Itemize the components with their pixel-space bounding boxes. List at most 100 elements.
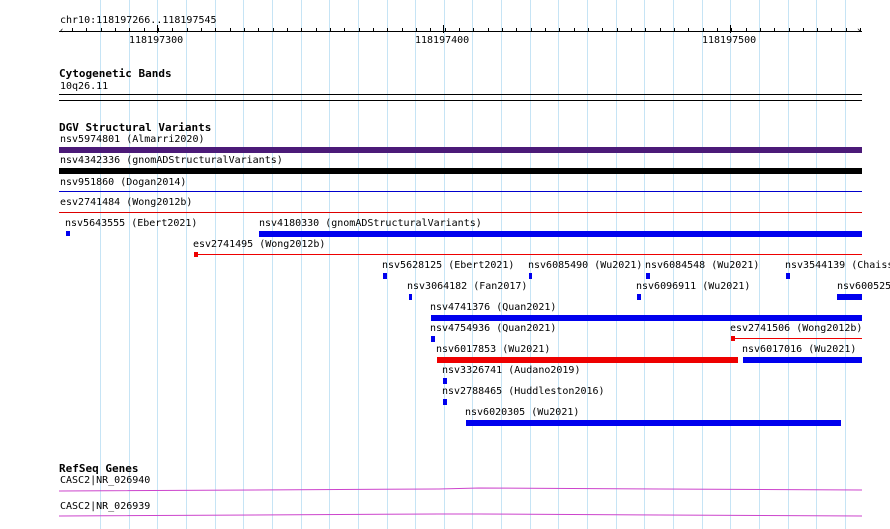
ruler-minor-tick <box>831 28 832 32</box>
ruler-minor-tick <box>187 28 188 32</box>
ruler-minor-tick <box>158 28 159 32</box>
ruler-minor-tick <box>287 28 288 32</box>
ruler-minor-tick <box>201 28 202 32</box>
ruler-minor-tick <box>129 28 130 32</box>
ruler-minor-tick <box>459 28 460 32</box>
feature-label: nsv4741376 (Quan2021) <box>430 302 557 313</box>
ruler-minor-tick <box>803 28 804 32</box>
ruler-minor-tick <box>545 28 546 32</box>
ruler-minor-tick <box>860 28 861 32</box>
ruler-minor-tick <box>645 28 646 32</box>
track-divider <box>59 100 862 101</box>
feature-bar[interactable] <box>443 378 447 384</box>
feature-bar[interactable] <box>786 273 790 279</box>
track-title-refseq[interactable]: RefSeq Genes <box>59 463 138 475</box>
feature-label: nsv6017016 (Wu2021) <box>742 344 857 355</box>
ruler-minor-tick <box>258 28 259 32</box>
grid-line <box>329 0 330 529</box>
gene-model[interactable] <box>59 486 862 494</box>
ruler-minor-tick <box>717 28 718 32</box>
ruler-minor-tick <box>660 28 661 32</box>
feature-bar-end[interactable] <box>731 336 735 341</box>
ruler-minor-tick <box>731 28 732 32</box>
feature-bar[interactable] <box>66 231 70 236</box>
feature-bar[interactable] <box>731 338 862 339</box>
ruler-minor-tick <box>817 28 818 32</box>
feature-bar[interactable] <box>837 294 862 300</box>
ruler-minor-tick <box>516 28 517 32</box>
ruler-minor-tick <box>617 28 618 32</box>
track-title-cytoband[interactable]: Cytogenetic Bands <box>59 68 172 80</box>
ruler-minor-tick <box>574 28 575 32</box>
ruler-minor-tick <box>846 28 847 32</box>
feature-bar[interactable] <box>59 168 862 174</box>
ruler-major-tick <box>730 25 731 33</box>
ruler-range-label: chr10:118197266..118197545 <box>60 15 217 26</box>
feature-label: nsv3326741 (Audano2019) <box>442 365 581 376</box>
feature-bar[interactable] <box>59 191 862 192</box>
ruler-minor-tick <box>330 28 331 32</box>
grid-line <box>243 0 244 529</box>
feature-bar[interactable] <box>437 357 738 363</box>
feature-label: nsv4180330 (gnomADStructuralVariants) <box>259 218 482 229</box>
ruler-axis <box>59 31 862 32</box>
ruler-minor-tick <box>488 28 489 32</box>
feature-bar[interactable] <box>637 294 641 300</box>
ruler-minor-tick <box>774 28 775 32</box>
grid-line <box>272 0 273 529</box>
feature-bar[interactable] <box>59 212 862 213</box>
cytoband-label: 10q26.11 <box>60 81 109 92</box>
feature-label: nsv3544139 (Chaiss <box>785 260 890 271</box>
ruler-minor-tick <box>674 28 675 32</box>
ruler-minor-tick <box>588 28 589 32</box>
ruler-minor-tick <box>316 28 317 32</box>
feature-bar[interactable] <box>259 231 862 237</box>
ruler-tick-label: 118197300 <box>129 35 184 46</box>
feature-bar-end[interactable] <box>194 252 198 257</box>
grid-line <box>301 0 302 529</box>
feature-bar[interactable] <box>743 357 862 363</box>
feature-bar[interactable] <box>383 273 387 279</box>
ruler-minor-tick <box>215 28 216 32</box>
feature-bar[interactable] <box>443 399 447 405</box>
feature-label: nsv951860 (Dogan2014) <box>60 177 187 188</box>
ruler-minor-tick <box>244 28 245 32</box>
ruler-minor-tick <box>301 28 302 32</box>
feature-bar[interactable] <box>59 147 862 153</box>
grid-line <box>358 0 359 529</box>
ruler-minor-tick <box>416 28 417 32</box>
ruler-minor-tick <box>430 28 431 32</box>
ruler-minor-tick <box>531 28 532 32</box>
ruler-minor-tick <box>703 28 704 32</box>
ruler-major-tick <box>443 25 444 33</box>
ruler-minor-tick <box>746 28 747 32</box>
feature-label: nsv4342336 (gnomADStructuralVariants) <box>60 155 283 166</box>
feature-label: nsv6096911 (Wu2021) <box>636 281 751 292</box>
feature-bar[interactable] <box>431 315 862 321</box>
ruler-minor-tick <box>631 28 632 32</box>
ruler-minor-tick <box>144 28 145 32</box>
ruler-minor-tick <box>72 28 73 32</box>
ruler-minor-tick <box>230 28 231 32</box>
ruler-minor-tick <box>359 28 360 32</box>
gene-model[interactable] <box>59 512 862 520</box>
ruler-tick-label: 118197400 <box>415 35 470 46</box>
feature-bar[interactable] <box>646 273 650 279</box>
ruler-minor-tick <box>86 28 87 32</box>
feature-label: nsv4754936 (Quan2021) <box>430 323 557 334</box>
feature-label: nsv6020305 (Wu2021) <box>465 407 580 418</box>
feature-bar[interactable] <box>431 336 435 342</box>
feature-bar[interactable] <box>194 254 862 255</box>
feature-bar[interactable] <box>409 294 412 300</box>
ruler-minor-tick <box>344 28 345 32</box>
cytoband-bar[interactable] <box>59 94 862 95</box>
ruler-minor-tick <box>473 28 474 32</box>
ruler-minor-tick <box>172 28 173 32</box>
feature-bar[interactable] <box>529 273 532 279</box>
feature-label: nsv3064182 (Fan2017) <box>407 281 528 292</box>
feature-label: esv2741495 (Wong2012b) <box>193 239 326 250</box>
track-title-dgv[interactable]: DGV Structural Variants <box>59 122 211 134</box>
ruler-minor-tick <box>502 28 503 32</box>
feature-bar[interactable] <box>466 420 841 426</box>
ruler-minor-tick <box>373 28 374 32</box>
